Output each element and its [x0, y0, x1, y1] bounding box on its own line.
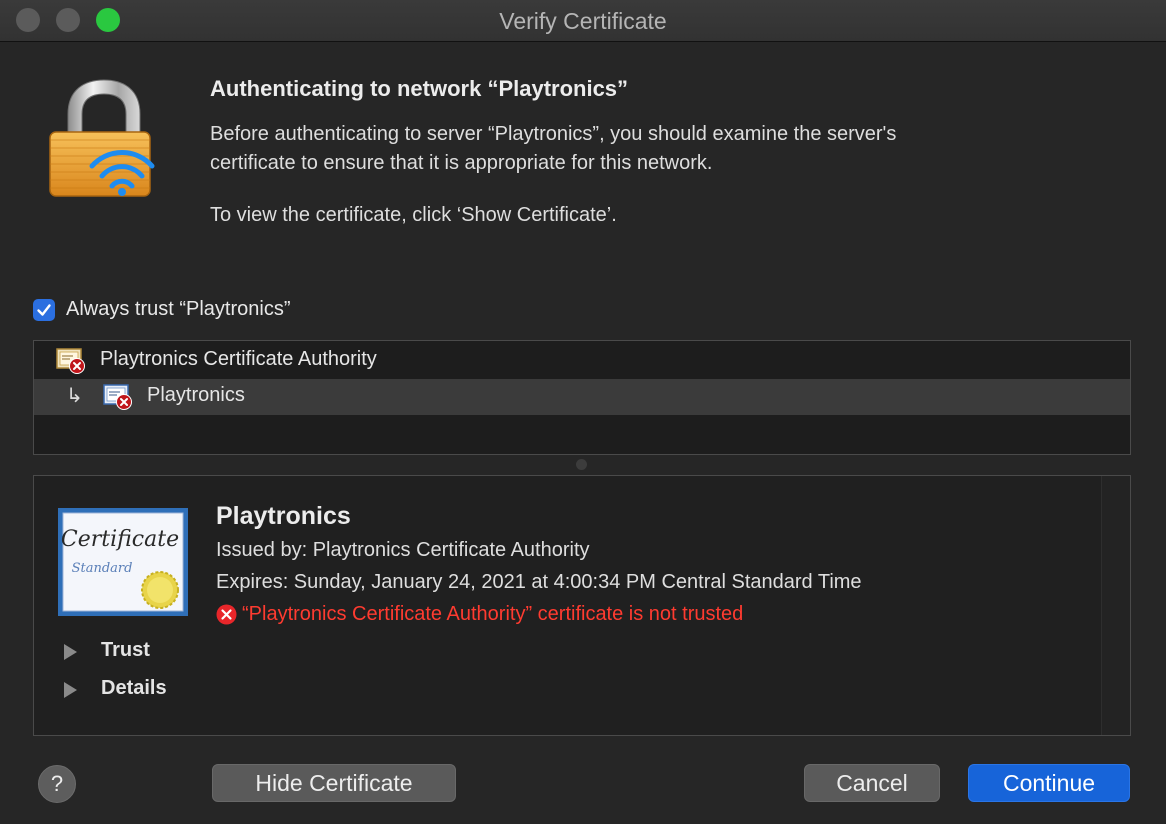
certificate-chain-list: Playtronics Certificate Authority ↳ Play…: [33, 340, 1131, 455]
window-title: Verify Certificate: [499, 8, 667, 34]
message-line-1: Before authenticating to server “Playtro…: [210, 123, 897, 145]
dialog-heading: Authenticating to network “Playtronics”: [210, 76, 629, 101]
details-section-label[interactable]: Details: [101, 677, 167, 700]
certificate-standard-icon: Certificate Standard: [58, 508, 188, 616]
certificate-sub-word: Standard: [72, 561, 133, 576]
trust-section-label[interactable]: Trust: [101, 639, 150, 662]
disclosure-triangle-icon[interactable]: [64, 644, 77, 660]
chain-child-arrow-icon: ↳: [66, 385, 83, 407]
certificate-error-icon: [103, 384, 132, 410]
wifi-lock-icon: [49, 79, 155, 197]
hide-certificate-button[interactable]: Hide Certificate: [212, 764, 456, 802]
certificate-word: Certificate: [61, 527, 179, 552]
disclosure-triangle-icon[interactable]: [64, 682, 77, 698]
verify-certificate-window: Verify Certificate Authenticating to net…: [0, 0, 1166, 824]
help-button[interactable]: ?: [38, 765, 76, 803]
dialog-message: Before authenticating to server “Playtro…: [210, 120, 1110, 178]
certificate-details-pane: Certificate Standard Playtronics Issued …: [33, 475, 1131, 736]
chain-item-playtronics[interactable]: ↳ Playtronics: [34, 379, 1130, 415]
cancel-button[interactable]: Cancel: [804, 764, 940, 802]
error-icon: [216, 604, 237, 625]
view-certificate-hint: To view the certificate, click ‘Show Cer…: [210, 204, 617, 226]
certificate-issuer: Issued by: Playtronics Certificate Autho…: [216, 539, 590, 561]
certificate-name: Playtronics: [216, 502, 351, 530]
checkmark-icon: [37, 304, 51, 316]
details-scrollbar[interactable]: [1101, 476, 1130, 735]
continue-button[interactable]: Continue: [968, 764, 1130, 802]
title-bar: Verify Certificate: [0, 0, 1166, 42]
error-message: “Playtronics Certificate Authority” cert…: [242, 603, 744, 625]
chain-item-label: Playtronics: [147, 384, 245, 406]
pane-splitter-handle[interactable]: [576, 459, 587, 470]
chain-item-label: Playtronics Certificate Authority: [100, 348, 377, 370]
certificate-error-icon: [56, 348, 85, 374]
always-trust-checkbox[interactable]: [33, 299, 55, 321]
chain-item-authority[interactable]: Playtronics Certificate Authority: [34, 343, 1130, 379]
message-line-2: certificate to ensure that it is appropr…: [210, 152, 713, 174]
always-trust-label[interactable]: Always trust “Playtronics”: [66, 298, 291, 321]
certificate-expiry: Expires: Sunday, January 24, 2021 at 4:0…: [216, 571, 862, 593]
